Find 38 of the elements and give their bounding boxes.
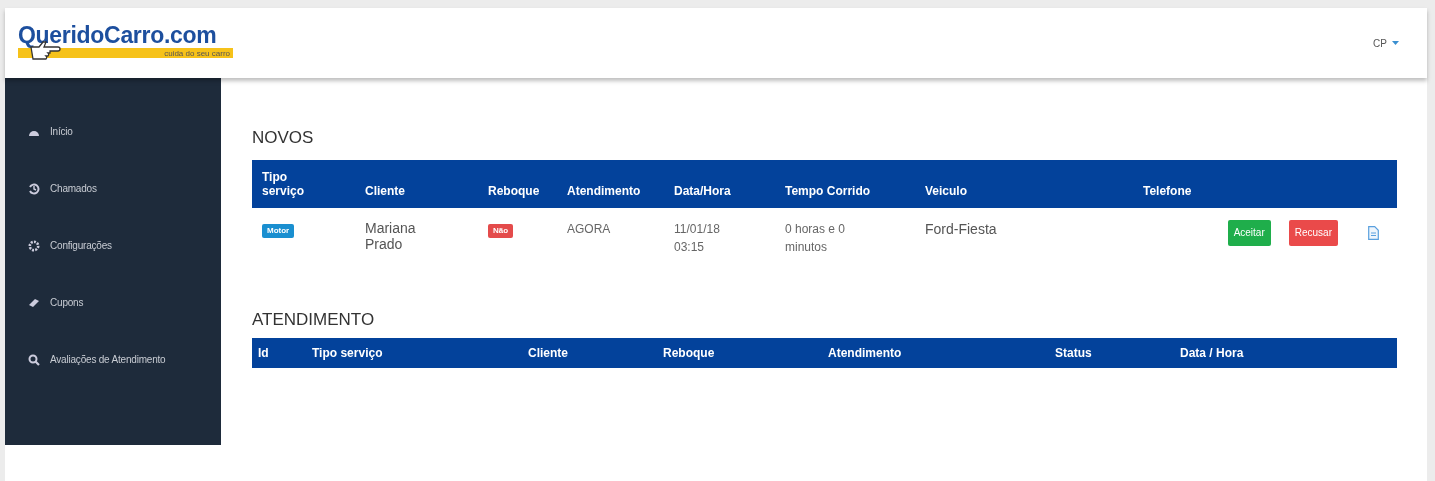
column-header: Id [258,346,269,360]
column-header: Telefone [1143,184,1192,198]
sidebar-item[interactable]: Avaliações de Atendimento [5,331,221,388]
tow-badge: Não [488,224,514,238]
column-header: Tipo serviço [312,346,383,360]
site-logo[interactable]: QueridoCarro.com cuida do seu carro [18,22,233,58]
history-icon [28,182,40,195]
column-header: Tempo Corrido [785,184,871,198]
settings-icon [28,239,40,252]
column-header: Veiculo [925,184,968,198]
document-icon[interactable] [1368,226,1379,240]
column-header: Atendimento [828,346,902,360]
refuse-button[interactable]: Recusar [1288,220,1338,246]
section-title: NOVOS [252,128,315,148]
user-menu[interactable]: CP [1367,36,1405,50]
sidebar-item[interactable]: Chamados [5,160,221,217]
column-header: Cliente [528,346,568,360]
section-title: ATENDIMENTO [252,310,376,330]
column-header: Cliente [365,184,405,198]
table-cell-text: Mariana Prado [365,220,417,252]
sidebar-item[interactable]: Configurações [5,217,221,274]
table-cell: Ford-Fiesta [925,221,997,237]
column-header: Tipo serviço [262,170,306,198]
table-cell: AGORA [567,222,611,236]
service-type-badge: Motor [262,224,295,238]
sidebar-item[interactable]: Cupons [5,274,221,331]
column-header: Data/Hora [674,184,731,198]
column-header: Data / Hora [1180,346,1244,360]
table-cell-text: 0 horas e 0 minutos [785,221,847,256]
caret-icon [1392,41,1399,45]
search-icon [28,353,40,366]
ticket-icon [28,296,40,309]
column-header: Status [1055,346,1092,360]
column-header: Reboque [663,346,715,360]
column-header: Reboque [488,184,540,198]
sidebar-item[interactable]: Início [5,103,221,160]
table-cell-text: 11/01/18 03:15 [674,221,721,256]
column-header: Atendimento [567,184,641,198]
